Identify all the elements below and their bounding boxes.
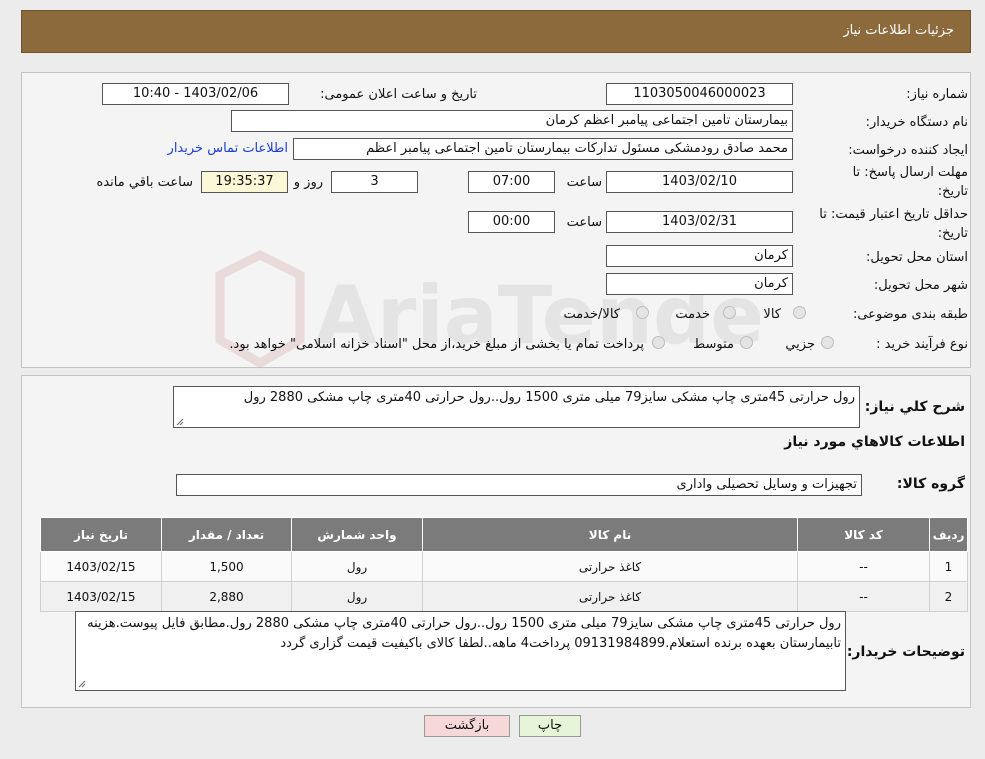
buyer-notes-field: رول حرارتی 45متری چاپ مشکی سایز79 میلی م… [75,611,846,691]
creator-field: محمد صادق رودمشکی مسئول تدارکات بیمارستا… [293,138,793,160]
process-treasury-checkbox[interactable] [652,336,665,349]
category-both-radio[interactable] [636,306,649,319]
goods-section-title: اطلاعات کالاهاي مورد نياز [784,434,965,450]
deadline-label: مهلت ارسال پاسخ: تا [852,165,968,180]
remaining-label: ساعت باقي مانده [96,175,193,190]
col-row: رديف [929,517,968,552]
category-label: طبقه بندی موضوعی: [852,307,968,322]
cell-row: 1 [929,551,968,582]
creator-label: ایجاد کننده درخواست: [848,143,968,158]
page-header: جزئیات اطلاعات نیاز [21,10,971,53]
remaining-time-field: 19:35:37 [201,171,288,193]
category-service-radio[interactable] [723,306,736,319]
category-service-label: خدمت [675,307,710,322]
days-label: روز و [293,175,323,190]
summary-field: رول حرارتی 45متری چاپ مشکی سایز79 میلی م… [173,386,860,428]
process-partial-label: جزیي [785,337,815,352]
buyer-contact-link[interactable]: اطلاعات تماس خریدار [168,141,288,156]
summary-label: شرح کلي نياز: [864,399,965,415]
cell-name: کاغذ حرارتی [422,581,798,612]
resize-handle-icon[interactable] [176,418,184,426]
cell-code: -- [797,551,930,582]
category-goods-label: کالا [763,307,781,322]
process-medium-radio[interactable] [740,336,753,349]
cell-qty: 1,500 [161,551,292,582]
category-both-label: کالا/خدمت [563,307,620,322]
resize-handle-icon[interactable] [78,680,86,688]
buyer-notes-text: رول حرارتی 45متری چاپ مشکی سایز79 میلی م… [87,616,841,651]
cell-date: 1403/02/15 [40,581,162,612]
deadline-time-label: ساعت [566,175,602,190]
cell-code: -- [797,581,930,612]
back-button[interactable]: بازگشت [424,715,510,737]
table-header-row: رديف کد کالا نام کالا واحد شمارش تعداد /… [40,517,968,552]
process-partial-radio[interactable] [821,336,834,349]
deadline-time-field: 07:00 [468,171,555,193]
category-goods-radio[interactable] [793,306,806,319]
goods-group-label: گروه کالا: [896,476,965,492]
goods-group-field: تجهیزات و وسایل تحصیلی واداری [176,474,862,496]
cell-name: کاغذ حرارتی [422,551,798,582]
col-qty: تعداد / مقدار [161,517,292,552]
col-date: تاريخ نياز [40,517,162,552]
cell-date: 1403/02/15 [40,551,162,582]
validity-label-date: تاریخ: [937,226,968,241]
process-medium-label: متوسط [693,337,734,352]
validity-label: حداقل تاریخ اعتبار قیمت: تا [819,207,968,222]
announce-label: تاریخ و ساعت اعلان عمومی: [320,87,477,102]
col-name: نام کالا [422,517,798,552]
city-field: کرمان [606,273,793,295]
validity-date-field: 1403/02/31 [606,211,793,233]
summary-text: رول حرارتی 45متری چاپ مشکی سایز79 میلی م… [243,390,855,405]
cell-unit: رول [291,551,423,582]
validity-time-label: ساعت [566,215,602,230]
buyer-org-label: نام دستگاه خریدار: [865,115,968,130]
process-treasury-note: پرداخت تمام یا بخشی از مبلغ خرید،از محل … [229,337,644,352]
table-row: 1 -- کاغذ حرارتی رول 1,500 1403/02/15 [40,551,968,582]
need-number-label: شماره نیاز: [906,87,968,102]
col-code: کد کالا [797,517,930,552]
city-label: شهر محل تحویل: [873,278,968,293]
cell-qty: 2,880 [161,581,292,612]
announce-field: 1403/02/06 - 10:40 [102,83,289,105]
province-label: استان محل تحویل: [866,250,968,265]
deadline-label-date: تاریخ: [937,184,968,199]
process-label: نوع فرآیند خرید : [876,337,968,352]
days-field: 3 [331,171,418,193]
buyer-org-field: بیمارستان تامین اجتماعی پیامبر اعظم کرما… [231,110,793,132]
deadline-date-field: 1403/02/10 [606,171,793,193]
province-field: کرمان [606,245,793,267]
need-number-field: 1103050046000023 [606,83,793,105]
validity-time-field: 00:00 [468,211,555,233]
buyer-notes-label: توضیحات خریدار: [846,644,965,660]
print-button[interactable]: چاپ [519,715,581,737]
goods-table: رديف کد کالا نام کالا واحد شمارش تعداد /… [40,517,968,612]
cell-row: 2 [929,581,968,612]
col-unit: واحد شمارش [291,517,423,552]
page-title: جزئیات اطلاعات نیاز [843,23,954,38]
cell-unit: رول [291,581,423,612]
table-row: 2 -- کاغذ حرارتی رول 2,880 1403/02/15 [40,581,968,612]
